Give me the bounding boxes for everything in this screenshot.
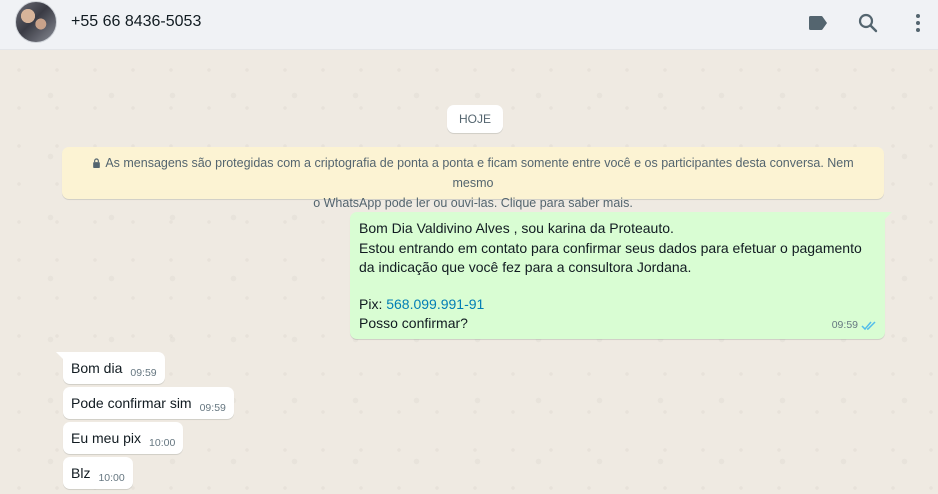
pix-link[interactable]: 568.099.991-91 (386, 296, 484, 312)
contact-avatar[interactable] (15, 1, 57, 43)
message-text: Bom dia (71, 360, 123, 376)
message-time: 09:59 (199, 402, 226, 414)
chat-header: +55 66 8436-5053 (0, 0, 938, 50)
menu-icon[interactable] (906, 11, 930, 35)
message-time: 10:00 (149, 437, 176, 449)
incoming-message[interactable]: Blz 10:00 (63, 457, 133, 489)
contact-name[interactable]: +55 66 8436-5053 (71, 13, 201, 31)
message-time: 09:59 (831, 318, 858, 331)
encryption-notice[interactable]: As mensagens são protegidas com a cripto… (62, 147, 884, 210)
message-text: Eu meu pix (71, 430, 142, 446)
message-line: Posso confirmar? (359, 315, 468, 331)
incoming-message[interactable]: Bom dia 09:59 (56, 352, 165, 384)
search-icon[interactable] (856, 11, 880, 35)
chat-area: HOJE As mensagens são protegidas com a c… (0, 51, 938, 494)
encryption-notice-line1: As mensagens são protegidas com a cripto… (92, 156, 854, 190)
pix-label: Pix: (359, 295, 387, 312)
message-text: Blz (71, 465, 91, 481)
encryption-notice-line2: o WhatsApp pode ler ou ouvi-las. Clique … (313, 196, 633, 210)
label-icon[interactable] (806, 11, 830, 35)
pix-line: Pix: 568.099.991-91 (359, 295, 876, 315)
incoming-message[interactable]: Pode confirmar sim 09:59 (63, 387, 234, 419)
message-line: Estou entrando em contato para confirmar… (359, 239, 862, 256)
lock-icon (93, 158, 101, 168)
message-line: Bom Dia Valdivino Alves , sou karina da … (359, 220, 674, 236)
double-check-icon (861, 321, 876, 330)
message-meta: 09:59 (832, 316, 877, 336)
message-time: 10:00 (98, 472, 125, 484)
message-text: Pode confirmar sim (71, 395, 192, 411)
date-pill: HOJE (447, 105, 504, 133)
outgoing-message[interactable]: Bom Dia Valdivino Alves , sou karina da … (350, 212, 892, 339)
message-time: 09:59 (130, 367, 157, 379)
incoming-message[interactable]: Eu meu pix 10:00 (63, 422, 184, 454)
message-line: da indicação que você fez para a consult… (359, 259, 692, 275)
